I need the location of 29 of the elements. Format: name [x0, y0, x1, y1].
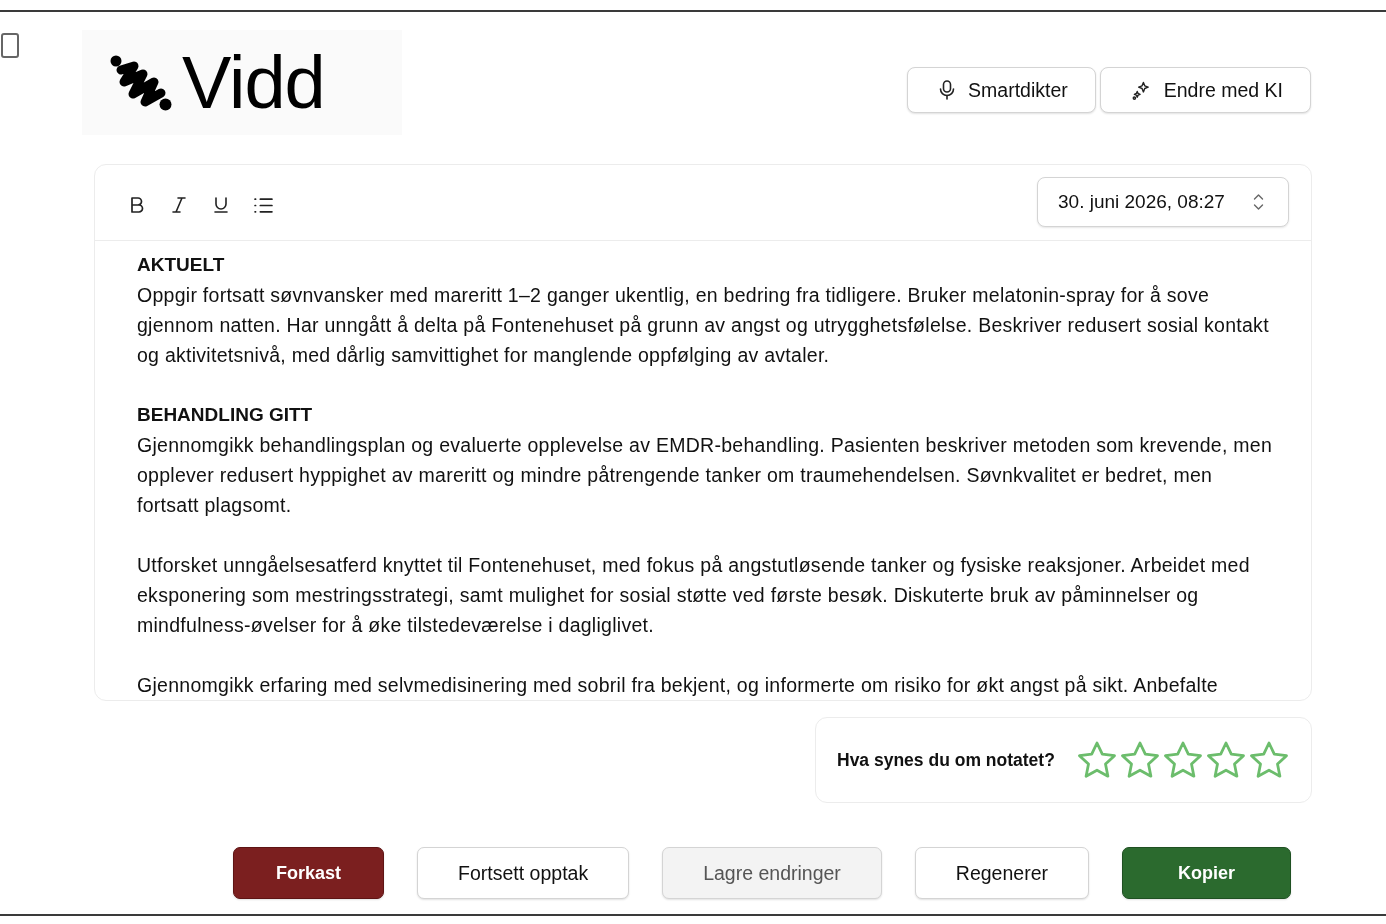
date-picker[interactable]: 30. juni 2026, 08:27 [1037, 177, 1289, 227]
section-heading: AKTUELT [137, 253, 226, 277]
italic-icon [171, 197, 187, 213]
square-icon [1, 33, 19, 58]
copy-button[interactable]: Kopier [1122, 847, 1291, 899]
underline-icon [213, 197, 229, 213]
list-icon [253, 197, 273, 213]
star-icon[interactable] [1162, 741, 1203, 779]
star-icon[interactable] [1205, 741, 1246, 779]
smart-dictation-button[interactable]: Smartdikter [907, 67, 1096, 113]
bold-icon [129, 197, 145, 213]
sparkles-icon [1131, 80, 1151, 100]
discard-button[interactable]: Forkast [233, 847, 385, 899]
regenerate-button[interactable]: Regenerer [914, 847, 1089, 899]
note-paragraph: Utforsket unngåelsesatferd knyttet til Fontenehuset, med fokus på angstutløsende tanker og fysiske reaksjoner. Arbeidet med eksponering som mestringsstrategi, samt mulighet for sosial støtte ved første besøk. Diskuterte bruk av påminnelser og mindfulness-øvelser for å øke tilstedeværelse i dagliglivet. [137, 553, 1251, 638]
star-icon[interactable] [1119, 741, 1160, 779]
logo-text: Vidd [182, 45, 325, 120]
rating-question: Hva synes du om notatet? [837, 749, 1055, 771]
logo-mark-icon [110, 54, 172, 111]
microphone-icon [939, 80, 956, 100]
section-heading: BEHANDLING GITT [137, 403, 314, 427]
ai-edit-button[interactable]: Endre med KI [1099, 67, 1311, 113]
star-icon[interactable] [1248, 741, 1289, 779]
continue-recording-button[interactable]: Fortsett opptak [417, 847, 630, 899]
star-icon[interactable] [1076, 741, 1117, 779]
note-paragraph: Oppgir fortsatt søvnvansker med mareritt 1–2 ganger ukentlig, en bedring fra tidligere. Bruker melatonin-spray for å sove gjennom natten. Har unngått å delta på Fontenehuset på grunn av angst og utrygghetsfølelse. Beskriver redusert sosial kontakt og aktivitetsnivå, med dårlig samvittighet for manglende oppfølging av avtaler. [137, 283, 1270, 368]
chevron-up-down-icon [1253, 194, 1264, 210]
note-paragraph: Gjennomgikk behandlingsplan og evaluerte opplevelse av EMDR-behandling. Pasienten beskriver metoden som krevende, men opplever redusert hyppighet av mareritt og mindre påtrengende tanker om traumehendelsen. Søvnkvalitet er bedret, men fortsatt plagsomt. [137, 433, 1274, 518]
note-paragraph: Gjennomgikk erfaring med selvmedisinering med sobril fra bekjent, og informerte om risiko for økt angst på sikt. Anbefalte [137, 673, 1219, 698]
